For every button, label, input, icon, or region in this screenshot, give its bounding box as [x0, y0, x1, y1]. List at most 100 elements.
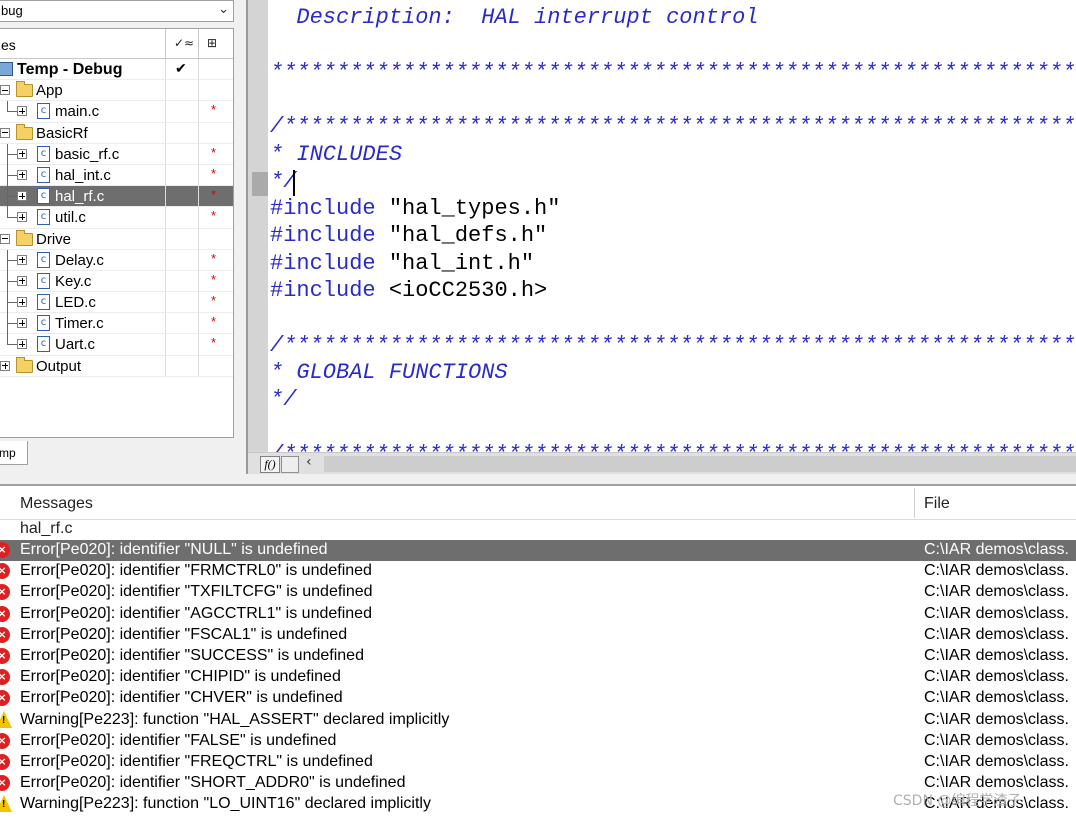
modified-marker: *	[211, 144, 217, 160]
tree-folder-row[interactable]: BasicRf	[0, 122, 233, 144]
tree-item-label: Output	[36, 357, 82, 375]
message-file-path: C:\IAR demos\class.	[924, 752, 1069, 770]
tree-file-row[interactable]: c Uart.c *	[0, 334, 233, 356]
function-navigator-button[interactable]: f()	[260, 456, 280, 473]
message-text: Error[Pe020]: identifier "AGCCTRL1" is u…	[20, 604, 372, 622]
workspace-tab[interactable]: mp	[0, 441, 28, 465]
tree-project-row[interactable]: Temp - Debug ✔	[0, 59, 233, 81]
error-icon: ×	[0, 563, 10, 580]
preprocessor-directive: #include	[270, 223, 376, 249]
message-row[interactable]: × Error[Pe020]: identifier "FRMCTRL0" is …	[0, 561, 1076, 582]
tree-file-row[interactable]: c main.c *	[0, 101, 233, 123]
message-row[interactable]: Warning[Pe223]: function "HAL_ASSERT" de…	[0, 710, 1076, 731]
collapse-icon[interactable]	[0, 127, 10, 138]
tree-file-row[interactable]: c util.c *	[0, 207, 233, 229]
message-text: Error[Pe020]: identifier "CHVER" is unde…	[20, 689, 343, 707]
file-column-header[interactable]: File	[924, 495, 950, 513]
collapse-icon[interactable]	[0, 233, 10, 244]
code-area[interactable]: Description: HAL interrupt control ******…	[268, 0, 1076, 452]
tree-file-row[interactable]: c Timer.c *	[0, 313, 233, 335]
preprocessor-directive: #include	[270, 196, 376, 222]
watermark: CSDN @编程学渣子	[893, 793, 1022, 809]
expand-icon[interactable]	[17, 297, 27, 308]
error-icon: ×	[0, 669, 10, 686]
c-file-icon: c	[37, 315, 50, 332]
tree-connector	[7, 153, 17, 155]
c-file-icon: c	[37, 145, 50, 162]
tree-file-row[interactable]: c Key.c *	[0, 270, 233, 293]
configuration-dropdown[interactable]: bug ⌄	[0, 0, 234, 22]
function-navigator-box[interactable]	[281, 456, 299, 473]
message-text: Error[Pe020]: identifier "SHORT_ADDR0" i…	[20, 774, 406, 792]
tree-file-row[interactable]: c Delay.c *	[0, 249, 233, 271]
code-comment: */	[270, 387, 297, 413]
code-comment: /***************************************…	[270, 442, 1075, 452]
code-comment: /***************************************…	[270, 114, 1076, 140]
expand-icon[interactable]	[17, 339, 27, 350]
build-status-column-header[interactable]: ✓≈	[165, 29, 198, 59]
message-row[interactable]: × Error[Pe020]: identifier "CHVER" is und…	[0, 688, 1076, 709]
message-row[interactable]: × Error[Pe020]: identifier "FALSE" is und…	[0, 731, 1076, 752]
expand-icon[interactable]	[17, 148, 27, 159]
message-row[interactable]: × Error[Pe020]: identifier "TXFILTCFG" is…	[0, 582, 1076, 603]
message-row[interactable]: × Error[Pe020]: identifier "AGCCTRL1" is …	[0, 604, 1076, 625]
message-file-path: C:\IAR demos\class.	[924, 689, 1069, 707]
tree-folder-row[interactable]: Drive	[0, 228, 233, 250]
message-row[interactable]: × Error[Pe020]: identifier "SUCCESS" is u…	[0, 646, 1076, 667]
tree-file-row[interactable]: c hal_int.c *	[0, 164, 233, 187]
tree-folder-row[interactable]: App	[0, 80, 233, 102]
tree-file-row[interactable]: c hal_rf.c *	[0, 186, 233, 208]
error-icon: ×	[0, 732, 10, 749]
column-separator[interactable]	[914, 488, 915, 518]
collapse-icon[interactable]	[0, 85, 10, 96]
message-file-path: C:\IAR demos\class.	[924, 668, 1069, 686]
tree-folder-row[interactable]: Output	[0, 355, 233, 377]
tree-connector	[7, 280, 17, 282]
c-file-icon: c	[37, 103, 50, 120]
message-row[interactable]: × Error[Pe020]: identifier "FSCAL1" is un…	[0, 625, 1076, 646]
message-row[interactable]: × Error[Pe020]: identifier "NULL" is unde…	[0, 540, 1076, 562]
message-row[interactable]: × Error[Pe020]: identifier "CHIPID" is un…	[0, 667, 1076, 688]
modified-marker: *	[211, 187, 217, 203]
tree-connector	[7, 217, 17, 219]
tree-item-label: main.c	[55, 103, 100, 121]
expand-icon[interactable]	[17, 212, 27, 223]
horizontal-scrollbar[interactable]: f() ‹	[248, 452, 1076, 474]
expand-icon[interactable]	[0, 360, 10, 371]
modified-marker: *	[211, 314, 217, 330]
code-line: /***************************************…	[270, 332, 1075, 359]
code-comment: * GLOBAL FUNCTIONS	[270, 359, 508, 385]
tree-connector	[7, 101, 8, 112]
tree-item-label: basic_rf.c	[55, 145, 120, 163]
expand-icon[interactable]	[17, 275, 27, 286]
modified-marker: *	[211, 250, 217, 266]
messages-column-header[interactable]: Messages	[20, 495, 93, 513]
chevron-down-icon[interactable]: ⌄	[218, 1, 229, 17]
tree-item-label: App	[36, 82, 63, 100]
tree-file-row[interactable]: c basic_rf.c *	[0, 143, 233, 165]
expand-icon[interactable]	[17, 106, 27, 117]
code-line: ****************************************…	[270, 59, 1075, 86]
c-file-icon: c	[37, 209, 50, 226]
workspace-tab-label: mp	[0, 446, 16, 460]
error-icon: ×	[0, 626, 10, 643]
message-text: Error[Pe020]: identifier "NULL" is undef…	[20, 541, 328, 558]
tree-file-row[interactable]: c LED.c *	[0, 292, 233, 314]
files-column-header[interactable]: es	[0, 29, 165, 59]
message-row[interactable]: × Error[Pe020]: identifier "FREQCTRL" is …	[0, 752, 1076, 773]
options-column-header[interactable]: ⊞	[198, 29, 233, 59]
expand-icon[interactable]	[17, 254, 27, 265]
message-file-path: C:\IAR demos\class.	[924, 710, 1069, 728]
expand-icon[interactable]	[17, 191, 27, 202]
scroll-left-arrow-icon[interactable]: ‹	[306, 454, 312, 470]
scrollbar-track[interactable]	[324, 456, 1076, 472]
message-source-file[interactable]: hal_rf.c	[20, 520, 72, 538]
code-line: * GLOBAL FUNCTIONS	[270, 359, 508, 386]
expand-icon[interactable]	[17, 169, 27, 180]
editor-gutter[interactable]	[248, 0, 268, 452]
expand-icon[interactable]	[17, 318, 27, 329]
tree-connector	[7, 334, 8, 345]
tree-connector	[7, 174, 17, 176]
include-path: "hal_defs.h"	[375, 223, 548, 249]
tree-connector	[7, 259, 17, 261]
